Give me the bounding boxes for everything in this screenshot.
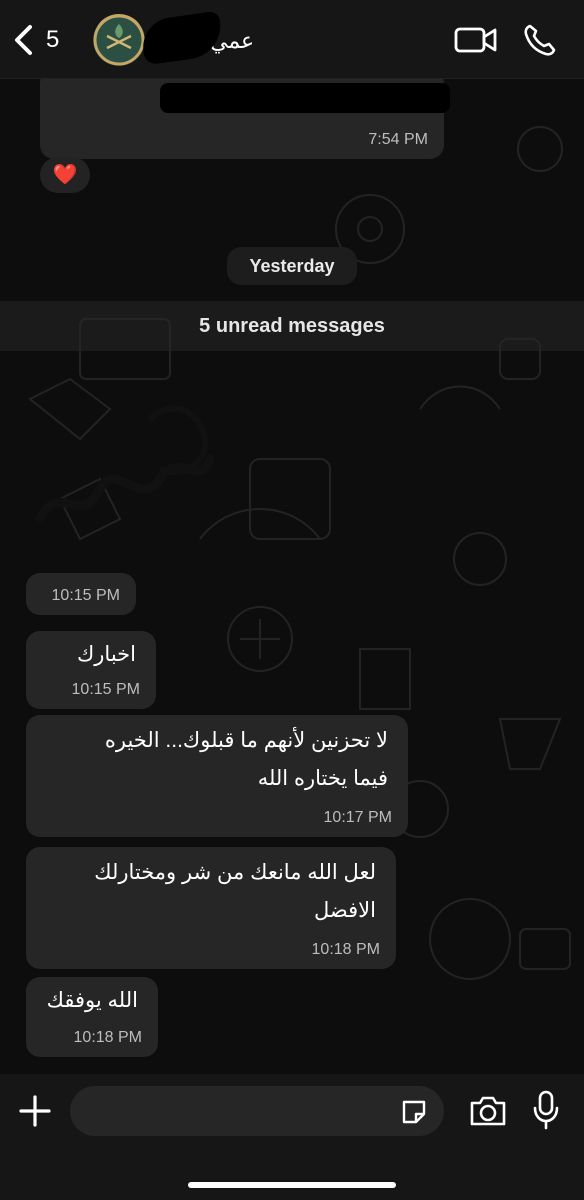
message-text: الله يوفقك: [46, 989, 138, 1012]
redaction-scribble: [160, 83, 450, 113]
redaction-scribble: [139, 10, 225, 66]
unread-messages-banner: 5 unread messages: [0, 301, 584, 351]
message-text: لا تحزنين لأنهم ما قبلوك... الخيره: [104, 729, 388, 752]
message-text: لعل الله مانعك من شر ومختارلك: [94, 861, 376, 884]
message-time: 10:17 PM: [323, 809, 392, 826]
message-input[interactable]: [70, 1086, 444, 1136]
chat-header: 5 عمي: [0, 0, 584, 79]
message-bubble[interactable]: 10:15 PM: [26, 573, 136, 615]
message-time: 10:15 PM: [51, 587, 120, 604]
message-bubble[interactable]: لا تحزنين لأنهم ما قبلوك... الخيره فيما …: [26, 715, 408, 837]
message-time: 10:18 PM: [73, 1029, 142, 1046]
unread-count-badge[interactable]: 5: [46, 26, 59, 54]
message-time: 10:15 PM: [71, 681, 140, 698]
video-call-icon[interactable]: [454, 24, 498, 56]
heart-reaction[interactable]: ❤️: [40, 157, 90, 193]
message-text: فيما يختاره الله: [257, 767, 388, 790]
message-time: 10:18 PM: [311, 941, 380, 958]
plus-icon[interactable]: [18, 1094, 52, 1128]
previous-message-bubble[interactable]: 7:54 PM: [40, 79, 450, 159]
home-indicator: [188, 1182, 396, 1188]
message-bubble[interactable]: لعل الله مانعك من شر ومختارلك الافضل 10:…: [26, 847, 396, 969]
message-bubble[interactable]: الله يوفقك 10:18 PM: [26, 977, 158, 1057]
sticker-image[interactable]: [30, 389, 220, 549]
message-time: 7:54 PM: [368, 131, 428, 148]
back-chevron-icon[interactable]: [10, 22, 38, 58]
phone-icon[interactable]: [522, 22, 558, 58]
date-separator: Yesterday: [227, 247, 357, 285]
contact-avatar[interactable]: [93, 14, 145, 66]
chat-area[interactable]: 7:54 PM ❤️ Yesterday 5 unread messages 1…: [0, 79, 584, 1074]
message-text: الافضل: [314, 899, 376, 922]
camera-icon[interactable]: [468, 1094, 508, 1128]
message-text: اخبارك: [76, 643, 136, 666]
message-bubble[interactable]: اخبارك 10:15 PM: [26, 631, 156, 709]
sticker-icon[interactable]: [400, 1098, 428, 1126]
microphone-icon[interactable]: [532, 1090, 560, 1130]
message-composer: [0, 1074, 584, 1200]
